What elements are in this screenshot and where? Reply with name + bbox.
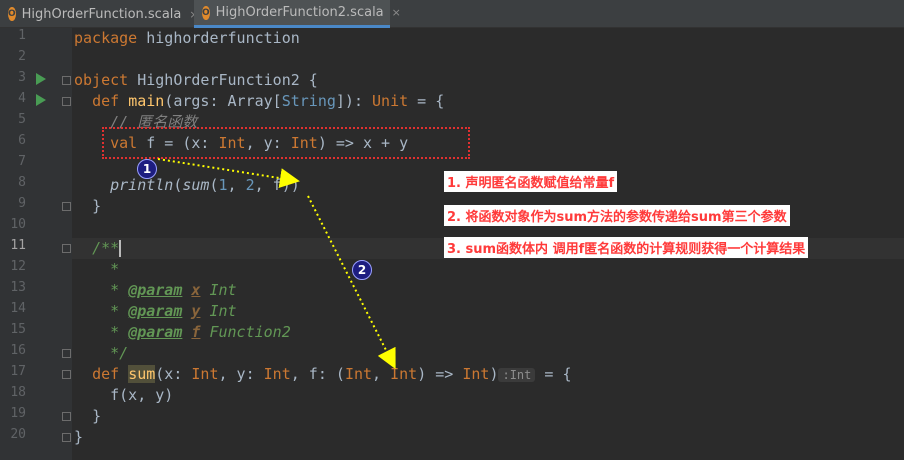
annotation-note-2: 2. 将函数对象作为sum方法的参数传递给sum第三个参数 — [444, 205, 790, 226]
arrow-1 — [157, 158, 300, 189]
annotation-arrows — [157, 158, 396, 370]
arrow-2 — [307, 195, 396, 370]
step-badge-1: 1 — [137, 159, 157, 179]
step-badge-2: 2 — [352, 260, 372, 280]
annotation-note-3: 3. sum函数体内 调用f匿名函数的计算规则获得一个计算结果 — [444, 237, 809, 258]
annotation-note-1: 1. 声明匿名函数赋值给常量f — [444, 171, 618, 192]
